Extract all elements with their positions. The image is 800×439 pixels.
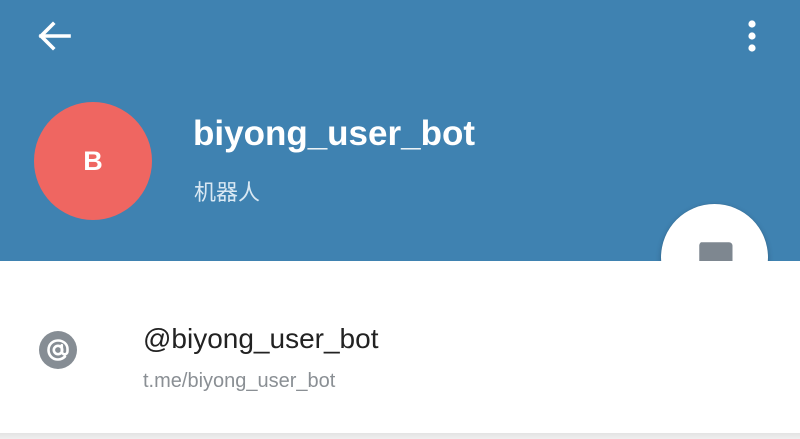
arrow-left-icon [38, 21, 71, 51]
at-sign-icon [39, 331, 77, 369]
username-link: t.me/biyong_user_bot [143, 370, 336, 392]
username-row[interactable]: @biyong_user_bot t.me/biyong_user_bot [0, 261, 800, 433]
avatar-initial: B [83, 145, 103, 176]
back-button[interactable] [28, 12, 80, 60]
profile-subtitle: 机器人 [194, 180, 261, 205]
more-vertical-icon [748, 20, 756, 52]
profile-name: biyong_user_bot [193, 114, 475, 153]
bot-profile-screen: B biyong_user_bot 机器人 @biyong_user_bot t… [0, 0, 800, 439]
section-divider [0, 433, 800, 439]
avatar[interactable]: B [34, 102, 152, 220]
username-text: @biyong_user_bot [143, 323, 379, 354]
more-options-button[interactable] [728, 12, 776, 60]
